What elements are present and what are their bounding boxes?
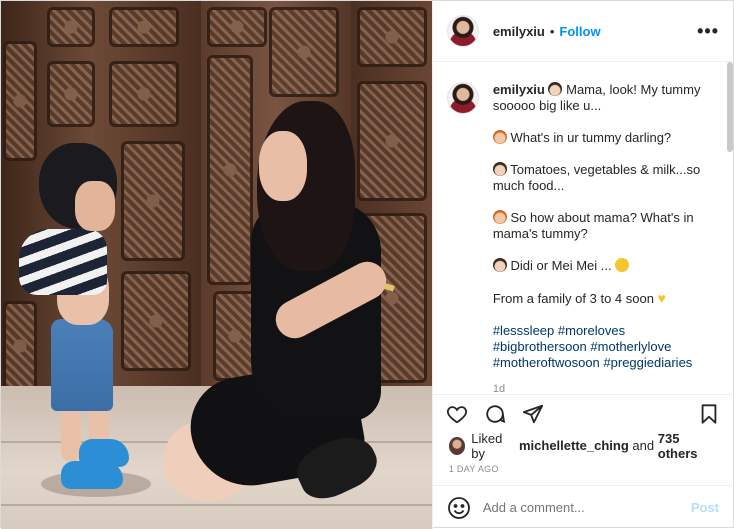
boy-face <box>75 181 115 231</box>
add-comment-bar: Post <box>432 485 733 529</box>
action-bar <box>432 394 733 434</box>
post-side-panel: emilyxiu • Follow ••• emilyxiu Mama, loo… <box>431 1 733 529</box>
likes-summary: Liked by michellette_ching and 735 other… <box>433 430 733 461</box>
caption-row: emilyxiu Mama, look! My tummy sooooo big… <box>446 82 719 395</box>
post-timestamp[interactable]: 1 DAY AGO <box>433 458 733 486</box>
woman-emoji-icon <box>492 130 507 145</box>
separator-dot: • <box>549 23 555 39</box>
hashtag-link[interactable]: #preggiediaries <box>603 355 692 370</box>
lattice-carving <box>269 7 339 97</box>
post-header: emilyxiu • Follow ••• <box>432 1 733 63</box>
boy-shoe <box>79 439 129 467</box>
lattice-carving <box>121 141 185 261</box>
scrollbar[interactable] <box>727 62 733 153</box>
caption-line: What's in ur tummy darling? <box>510 130 672 146</box>
heart-icon[interactable] <box>445 402 469 426</box>
lattice-carving <box>3 41 37 161</box>
caption-age: 1d <box>492 383 506 395</box>
woman-emoji-icon <box>492 210 507 225</box>
hashtags: #lesssleep #moreloves #bigbrothersoon #m… <box>493 323 707 371</box>
caption-line: From a family of 3 to 4 soon <box>492 291 654 307</box>
bookmark-icon[interactable] <box>697 402 721 426</box>
hashtag-link[interactable]: #moreloves <box>558 323 625 338</box>
post-comment-button[interactable]: Post <box>691 500 719 515</box>
likes-others-link[interactable]: 735 others <box>658 431 717 461</box>
more-options-icon[interactable]: ••• <box>697 21 719 42</box>
liker-username[interactable]: michellette_ching <box>519 438 629 453</box>
lattice-carving <box>109 7 179 47</box>
lattice-carving <box>109 61 179 127</box>
lattice-carving <box>357 7 427 67</box>
lattice-carving <box>207 7 267 47</box>
lattice-carving <box>121 271 191 371</box>
yellow-heart-icon: ♥ <box>657 290 666 307</box>
caption-line: So how about mama? What's in mama's tumm… <box>492 210 694 242</box>
lattice-carving <box>3 301 37 391</box>
hashtag-link[interactable]: #lesssleep <box>493 323 554 338</box>
smiley-icon[interactable] <box>447 496 471 520</box>
share-icon[interactable] <box>521 402 545 426</box>
lattice-carving <box>357 81 427 201</box>
lattice-carving <box>47 7 95 47</box>
boy-emoji-icon <box>548 82 563 97</box>
hashtag-link[interactable]: #motherlylove <box>590 339 671 354</box>
post-photo[interactable] <box>1 1 432 529</box>
liked-by-and: and <box>632 438 655 454</box>
hashtag-link[interactable]: #motheroftwosoon <box>493 355 600 370</box>
author-avatar[interactable] <box>446 15 479 48</box>
caption-text: emilyxiu Mama, look! My tummy sooooo big… <box>492 82 707 395</box>
lattice-carving <box>47 61 95 127</box>
floor-seam <box>1 504 432 506</box>
follow-button[interactable]: Follow <box>559 24 600 39</box>
author-username[interactable]: emilyxiu <box>493 24 545 39</box>
comment-icon[interactable] <box>483 402 507 426</box>
lattice-carving <box>207 55 253 285</box>
laughing-emoji-icon <box>615 258 630 273</box>
boy-shorts <box>51 319 113 411</box>
boy-striped-shirt <box>19 229 107 295</box>
caption-username[interactable]: emilyxiu <box>493 82 545 97</box>
comments-area[interactable]: emilyxiu Mama, look! My tummy sooooo big… <box>433 62 733 394</box>
caption-line: Didi or Mei Mei ... <box>510 258 612 274</box>
caption-avatar[interactable] <box>446 82 479 115</box>
woman-face <box>259 131 307 201</box>
hashtag-link[interactable]: #bigbrothersoon <box>493 339 587 354</box>
boy-emoji-icon <box>492 258 507 273</box>
boy-emoji-icon <box>492 162 507 177</box>
comment-input[interactable] <box>482 500 691 516</box>
liked-by-prefix: Liked by <box>471 430 503 461</box>
liker-avatar[interactable] <box>448 436 466 455</box>
caption-line: Tomatoes, vegetables & milk...so much fo… <box>492 162 701 194</box>
post-dialog: emilyxiu • Follow ••• emilyxiu Mama, loo… <box>0 0 734 529</box>
